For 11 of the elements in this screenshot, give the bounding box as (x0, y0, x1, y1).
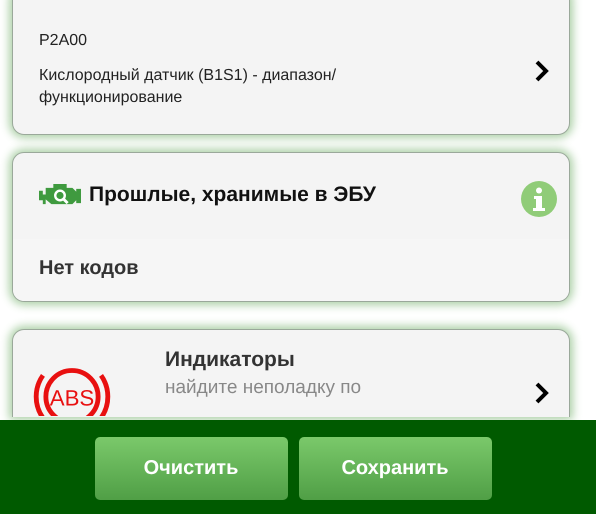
fault-code: P2A00 (39, 32, 88, 50)
indicators-subtitle: найдите неполадку по (165, 376, 362, 399)
info-icon[interactable] (521, 181, 557, 217)
fault-description: Кислородный датчик (B1S1) - диапазон/ функционирование (39, 66, 338, 108)
indicators-title: Индикаторы (165, 348, 296, 372)
fault-card[interactable]: P2A00 Кислородный датчик (B1S1) - диапазон/ функционирование (12, 0, 570, 135)
chevron-right-icon (535, 382, 549, 404)
no-codes-message: Нет кодов (39, 257, 139, 279)
chevron-right-icon (535, 60, 549, 82)
section-title: Прошлые, хранимые в ЭБУ (89, 183, 377, 207)
indicators-card[interactable]: ABS Индикаторы найдите неполадку по (12, 329, 570, 417)
